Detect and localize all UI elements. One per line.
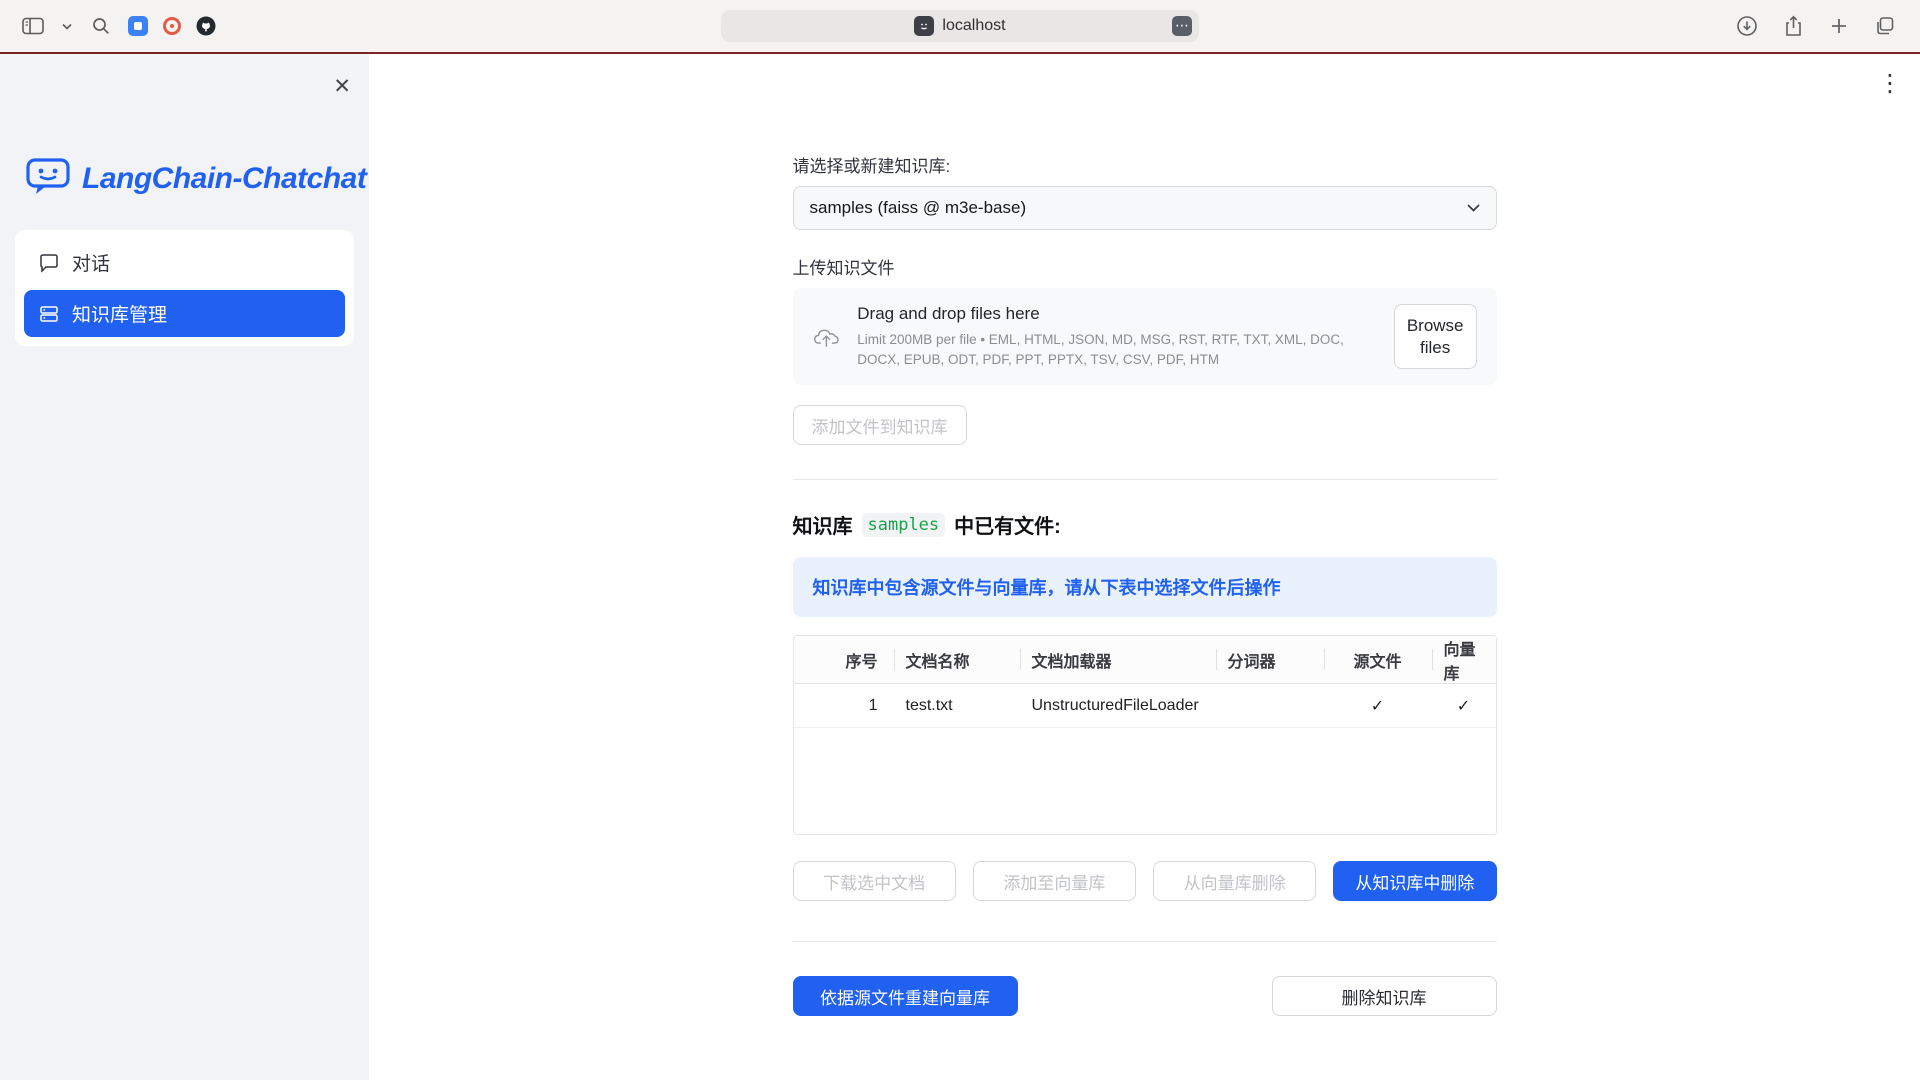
heading-suffix: 中已有文件: [954,510,1061,539]
browser-toolbar: localhost ⋯ [0,0,1920,52]
kb-global-actions: 依据源文件重建向量库 删除知识库 [793,976,1497,1016]
cell-vector-check[interactable]: ✓ [1432,684,1496,727]
rebuild-vector-button[interactable]: 依据源文件重建向量库 [793,976,1018,1016]
dropzone-title: Drag and drop files here [857,304,1376,324]
browse-files-button[interactable]: Browse files [1394,304,1477,369]
dropzone-hint: Limit 200MB per file • EML, HTML, JSON, … [857,330,1376,369]
logo-chat-icon [26,156,70,201]
col-header-name[interactable]: 文档名称 [894,636,1020,683]
sidebar-item-dialogue[interactable]: 对话 [24,239,345,286]
table-row[interactable]: 1 test.txt UnstructuredFileLoader ✓ ✓ [794,684,1496,728]
main-area: ⋮ 请选择或新建知识库: samples (faiss @ m3e-base) … [369,54,1920,1080]
col-header-splitter[interactable]: 分词器 [1216,636,1324,683]
kb-select-label: 请选择或新建知识库: [793,152,1497,177]
delete-from-kb-button[interactable]: 从知识库中删除 [1333,861,1496,901]
cell-index[interactable]: 1 [794,684,894,727]
address-bar[interactable]: localhost ⋯ [721,10,1199,42]
cell-source-check[interactable]: ✓ [1324,684,1432,727]
chevron-down-icon [1467,204,1480,212]
delete-kb-button[interactable]: 删除知识库 [1272,976,1497,1016]
file-dropzone[interactable]: Drag and drop files here Limit 200MB per… [793,288,1497,385]
nav-menu: 对话 知识库管理 [15,230,354,346]
github-icon[interactable] [196,16,216,36]
app-logo: LangChain-Chatchat [26,156,366,201]
col-header-vector[interactable]: 向量库 [1432,636,1496,683]
table-header-row: 序号 文档名称 文档加载器 分词器 源文件 向量库 [794,636,1496,684]
sidebar-item-knowledge-base[interactable]: 知识库管理 [24,290,345,337]
database-stack-icon [39,304,59,324]
cell-splitter[interactable] [1216,684,1324,727]
search-icon[interactable] [88,13,114,39]
kb-files-heading: 知识库 samples 中已有文件: [793,510,1497,539]
col-header-index[interactable]: 序号 [794,636,894,683]
add-files-button[interactable]: 添加文件到知识库 [793,405,967,445]
col-header-source[interactable]: 源文件 [1324,636,1432,683]
share-icon[interactable] [1780,13,1806,39]
cell-loader[interactable]: UnstructuredFileLoader [1020,684,1216,727]
file-actions: 下载选中文档 添加至向量库 从向量库删除 从知识库中删除 [793,861,1497,901]
sidebar-toggle-icon[interactable] [20,13,46,39]
sidebar-item-label: 知识库管理 [72,300,167,327]
sidebar: ✕ LangChain-Chatchat 对话 [0,54,369,1080]
close-icon[interactable]: ✕ [333,76,351,97]
cell-name[interactable]: test.txt [894,684,1020,727]
extensions-icon[interactable]: ⋯ [1172,16,1192,36]
col-header-loader[interactable]: 文档加载器 [1020,636,1216,683]
chat-bubble-icon [39,253,59,273]
cloud-upload-icon [813,319,840,355]
pinned-site-icon-blue[interactable] [128,16,148,36]
url-text: localhost [942,17,1005,35]
divider [793,941,1497,942]
site-favicon [914,16,934,36]
upload-label: 上传知识文件 [793,254,1497,279]
kb-name-code: samples [862,513,946,537]
table-empty-area [794,728,1496,834]
heading-prefix: 知识库 [793,510,853,539]
divider [793,479,1497,480]
tab-overview-icon[interactable] [1872,13,1898,39]
downloads-icon[interactable] [1734,13,1760,39]
pinned-site-icon-ring[interactable] [162,16,182,36]
sidebar-item-label: 对话 [72,249,110,276]
remove-from-vector-button[interactable]: 从向量库删除 [1153,861,1316,901]
main-menu-icon[interactable]: ⋮ [1878,72,1902,96]
kb-select-value: samples (faiss @ m3e-base) [810,198,1027,218]
info-banner: 知识库中包含源文件与向量库，请从下表中选择文件后操作 [793,557,1497,617]
download-selected-button[interactable]: 下载选中文档 [793,861,956,901]
chevron-down-icon[interactable] [60,13,74,39]
files-table[interactable]: 序号 文档名称 文档加载器 分词器 源文件 向量库 1 test.txt Uns… [793,635,1497,835]
add-to-vector-button[interactable]: 添加至向量库 [973,861,1136,901]
kb-select[interactable]: samples (faiss @ m3e-base) [793,186,1497,230]
logo-text: LangChain-Chatchat [82,162,366,196]
new-tab-icon[interactable] [1826,13,1852,39]
